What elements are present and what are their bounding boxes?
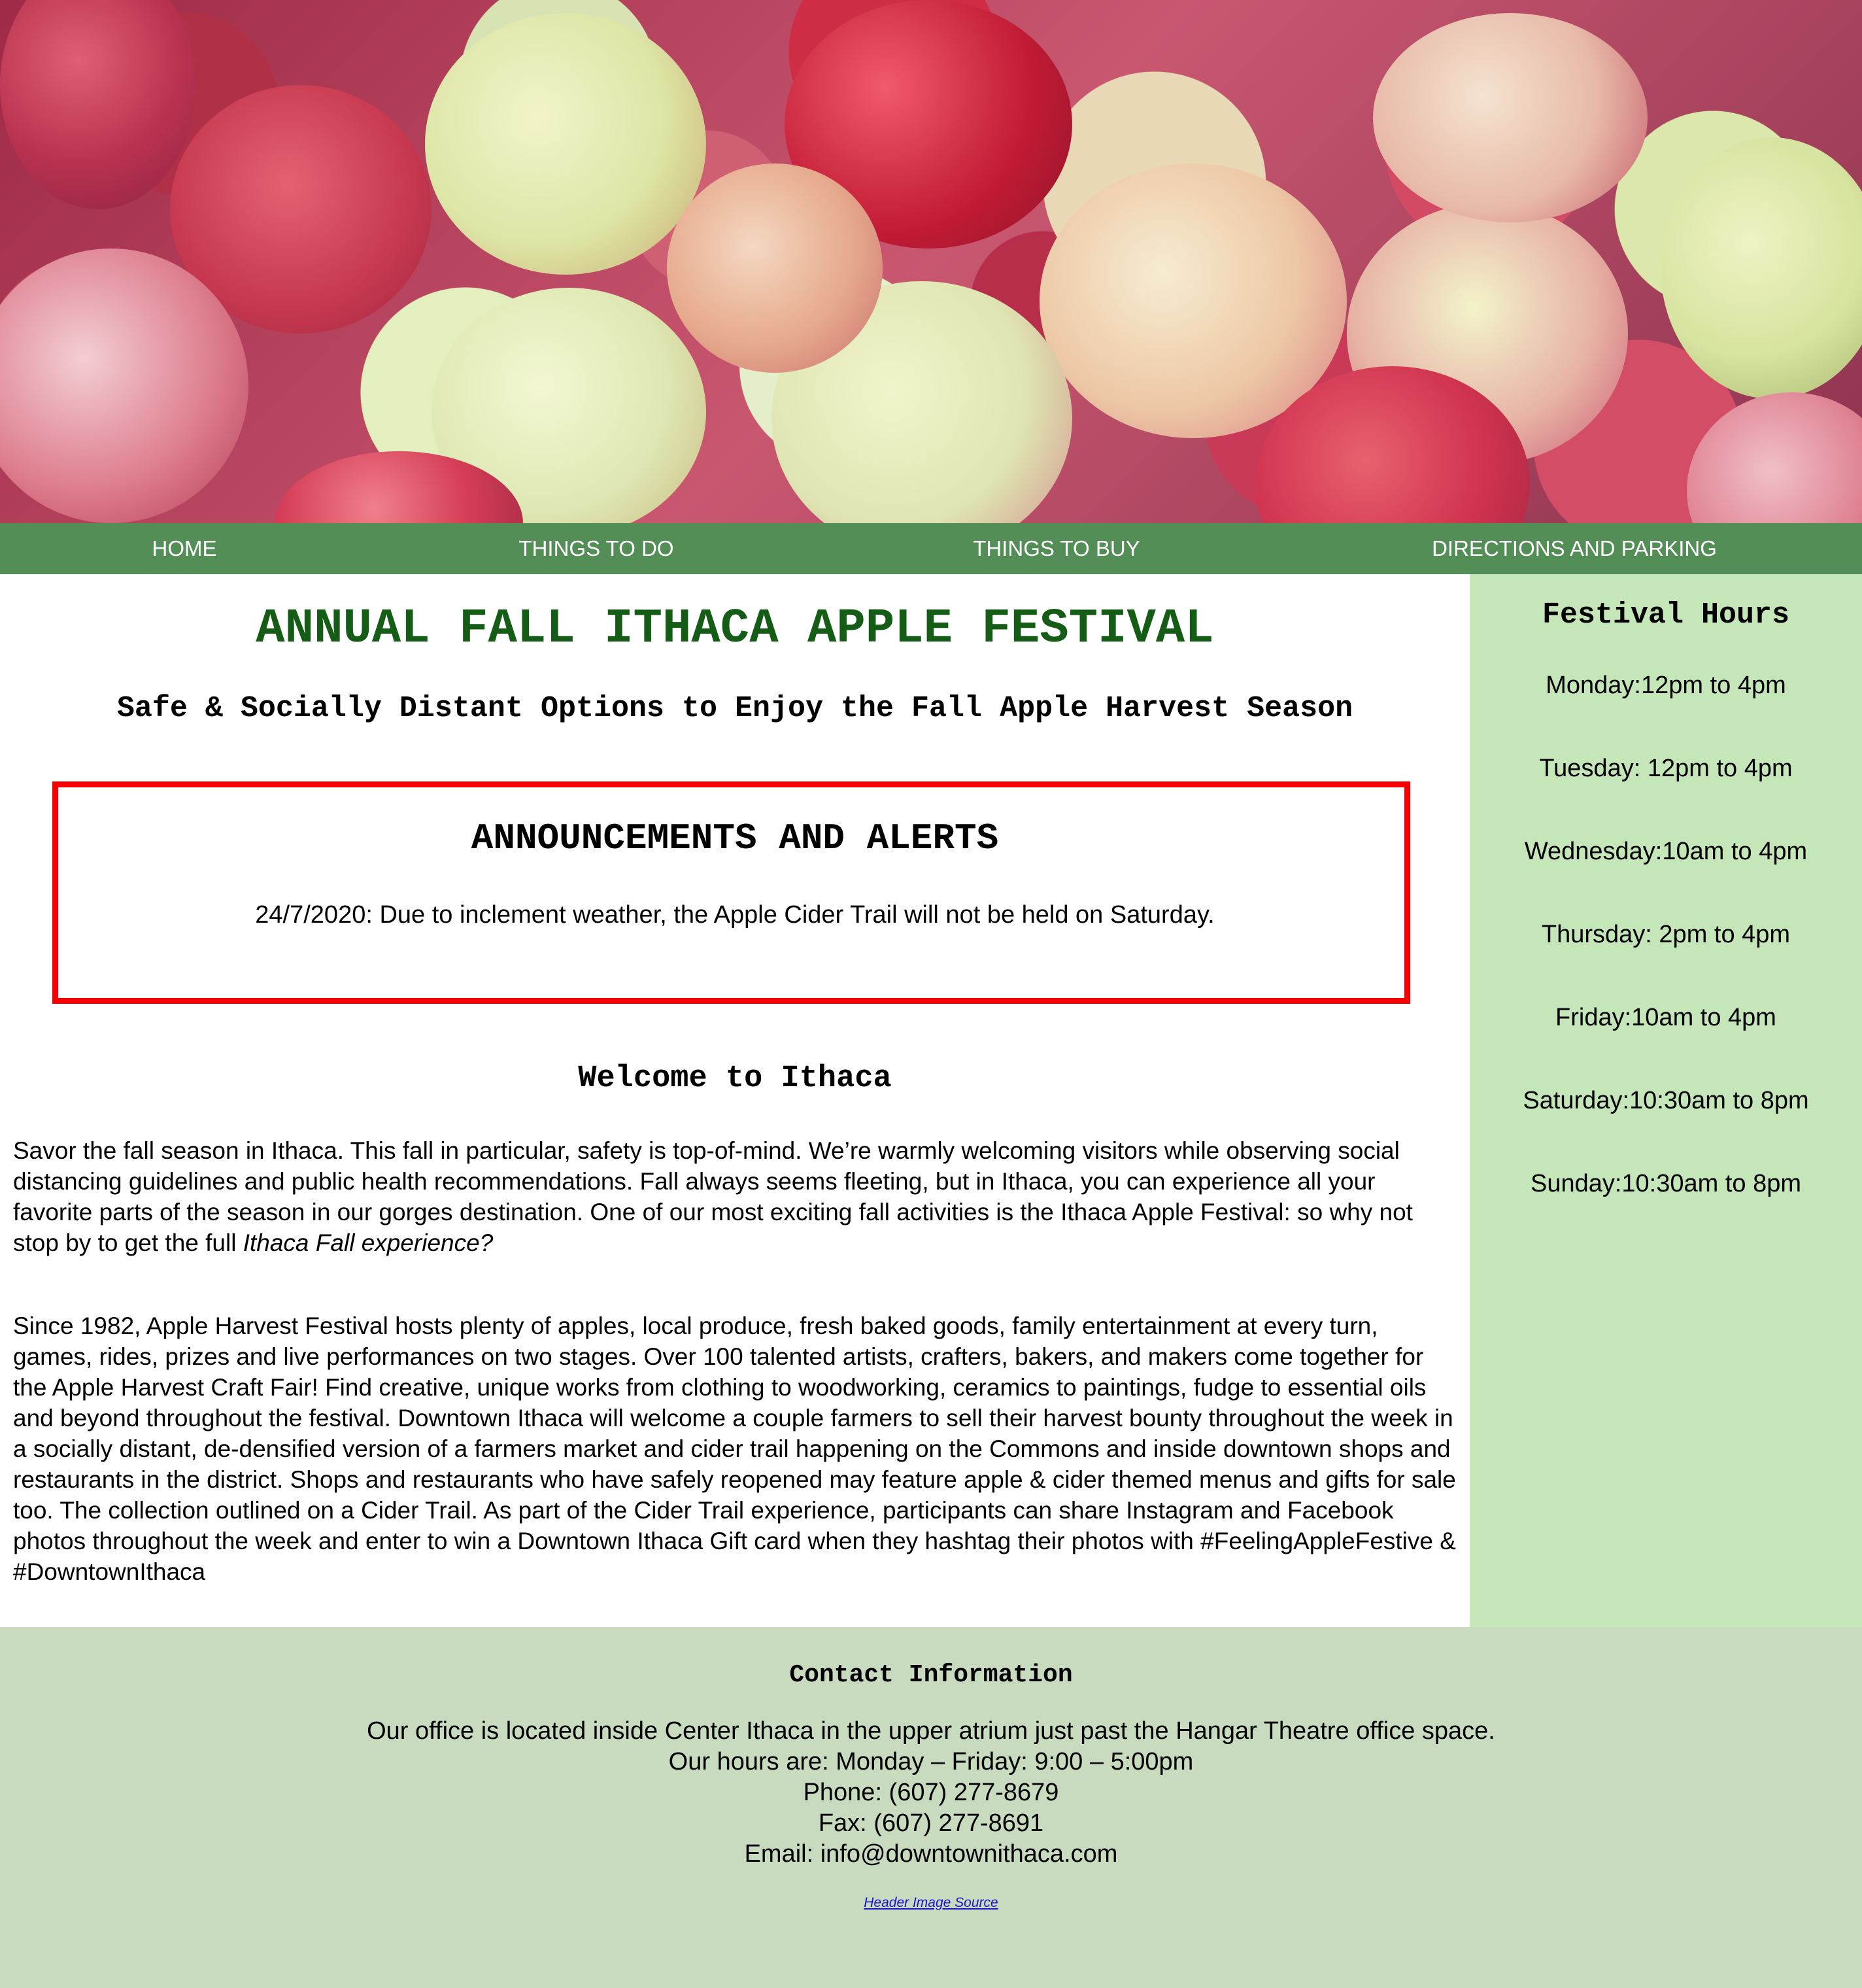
apple-shape xyxy=(1373,13,1648,222)
nav-things-to-buy-link[interactable]: THINGS TO BUY xyxy=(973,523,1140,574)
apple-shape xyxy=(667,163,883,373)
announcement-text: 24/7/2020: Due to inclement weather, the… xyxy=(255,901,1215,929)
nav-home-link[interactable]: HOME xyxy=(152,523,217,574)
nav-directions-and-parking-link[interactable]: DIRECTIONS AND PARKING xyxy=(1432,523,1717,574)
contact-fax: Fax: (607) 277-8691 xyxy=(818,1809,1044,1837)
announcements-heading: ANNOUNCEMENTS AND ALERTS xyxy=(471,817,999,859)
nav-things-to-do-link[interactable]: THINGS TO DO xyxy=(518,523,673,574)
contact-info: Our office is located inside Center Itha… xyxy=(0,1716,1862,1870)
hours-thursday: Thursday: 2pm to 4pm xyxy=(1541,921,1791,948)
welcome-paragraph-2: Since 1982, Apple Harvest Festival hosts… xyxy=(13,1312,1456,1585)
apple-shape xyxy=(1661,137,1862,399)
page-title: ANNUAL FALL ITHACA APPLE FESTIVAL xyxy=(256,602,1214,657)
contact-email: Email: info@downtownithaca.com xyxy=(744,1840,1118,1868)
contact-phone: Phone: (607) 277-8679 xyxy=(803,1779,1059,1806)
header-image-source-link: Header Image Source xyxy=(0,1895,1862,1911)
festival-hours-heading: Festival Hours xyxy=(1542,598,1790,632)
apple-shape xyxy=(1687,392,1862,523)
hours-sunday: Sunday:10:30am to 8pm xyxy=(1530,1170,1802,1197)
hours-friday: Friday:10am to 4pm xyxy=(1555,1004,1776,1031)
header-image-source-anchor[interactable]: Header Image Source xyxy=(864,1895,998,1910)
hours-tuesday: Tuesday: 12pm to 4pm xyxy=(1539,755,1793,782)
announcements-box xyxy=(52,781,1410,1004)
hours-wednesday: Wednesday:10am to 4pm xyxy=(1524,838,1808,865)
welcome-paragraph-1-emphasis: Ithaca Fall experience? xyxy=(243,1229,494,1256)
contact-office-hours: Our hours are: Monday – Friday: 9:00 – 5… xyxy=(668,1748,1194,1775)
contact-office-location: Our office is located inside Center Itha… xyxy=(367,1717,1495,1745)
apple-shape xyxy=(0,0,196,209)
main-nav: HOME THINGS TO DO THINGS TO BUY DIRECTIO… xyxy=(0,523,1862,574)
header-image xyxy=(0,0,1862,523)
welcome-paragraph-1-text: Savor the fall season in Ithaca. This fa… xyxy=(13,1137,1413,1256)
hours-monday: Monday:12pm to 4pm xyxy=(1546,672,1786,699)
welcome-heading: Welcome to Ithaca xyxy=(578,1061,892,1096)
apple-shape xyxy=(425,13,706,275)
hours-saturday: Saturday:10:30am to 8pm xyxy=(1523,1087,1809,1114)
page-subtitle: Safe & Socially Distant Options to Enjoy… xyxy=(116,692,1353,725)
contact-heading: Contact Information xyxy=(789,1661,1073,1689)
welcome-paragraph-1: Savor the fall season in Ithaca. This fa… xyxy=(13,1135,1458,1258)
